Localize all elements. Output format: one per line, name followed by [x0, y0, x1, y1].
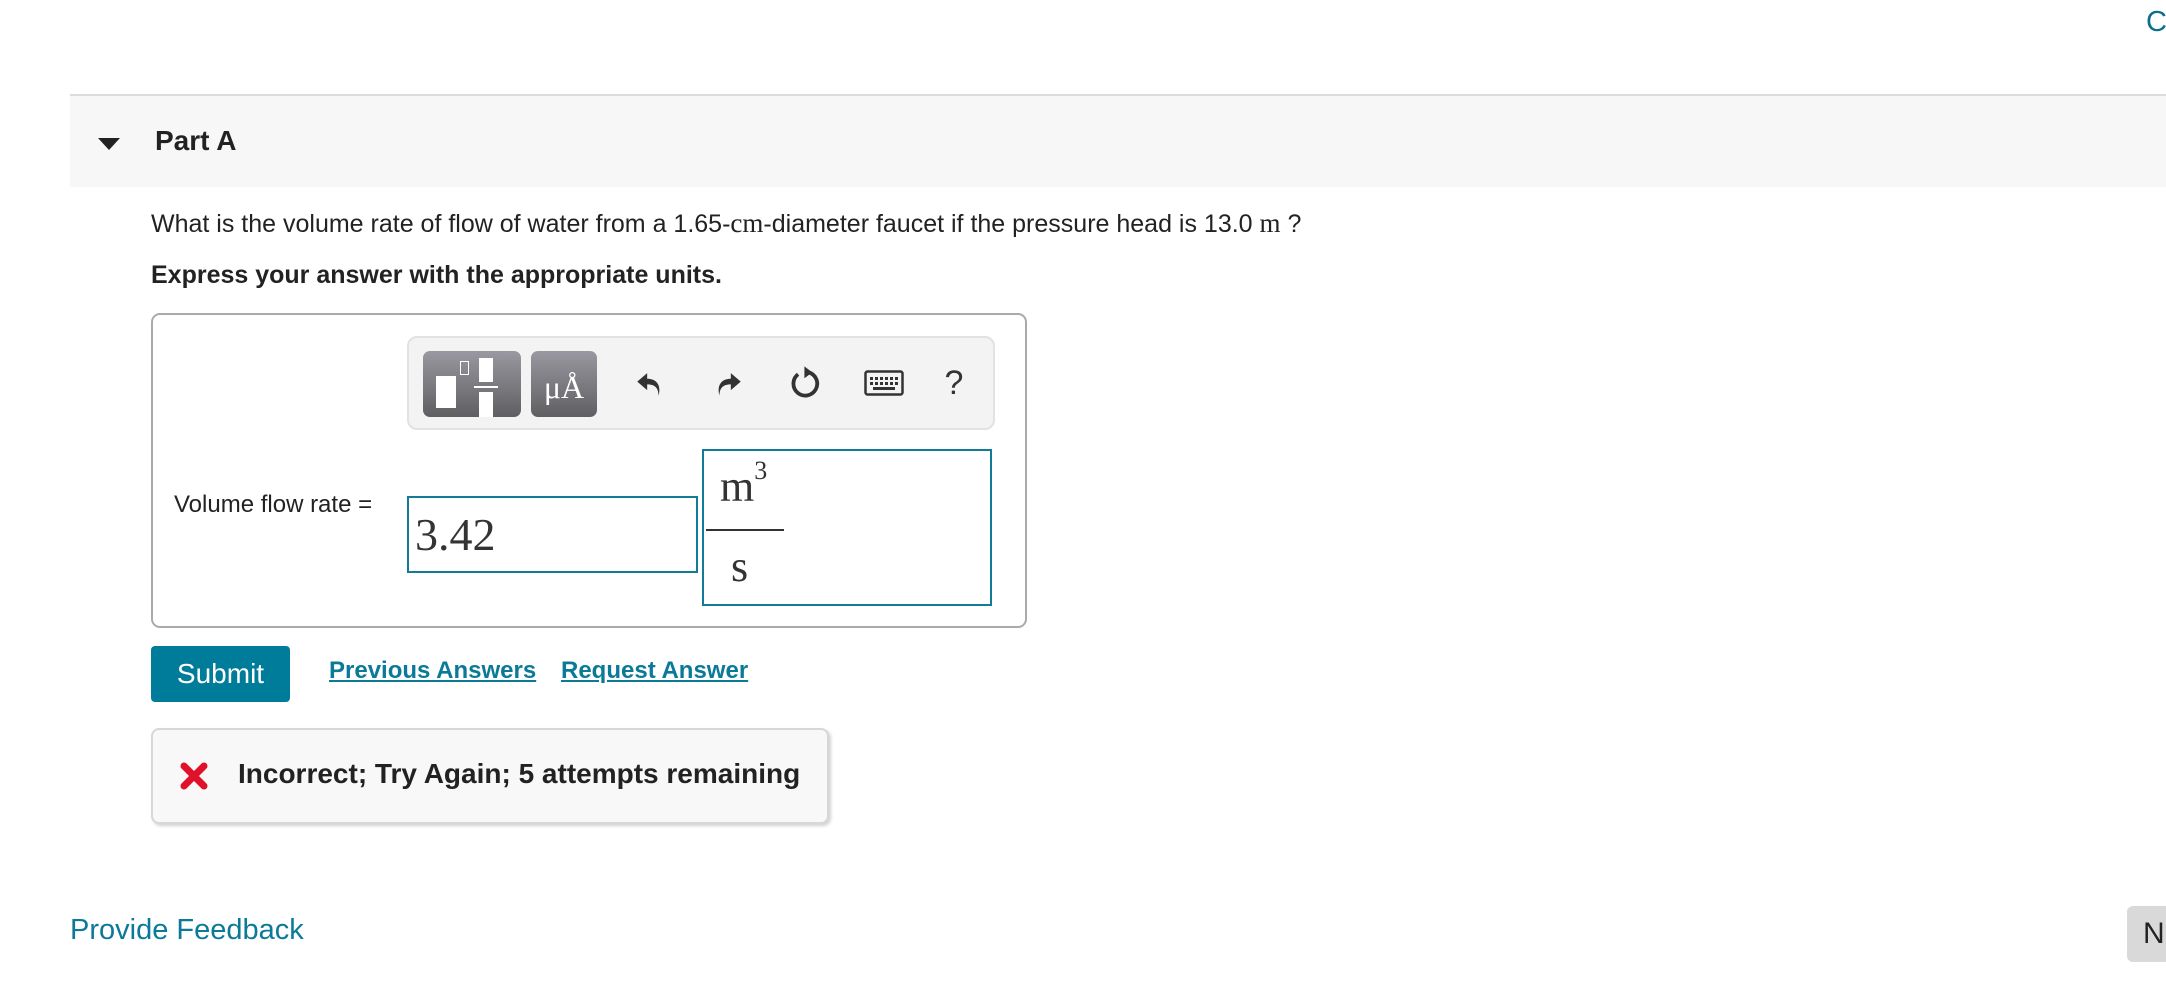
undo-button[interactable] — [625, 358, 675, 408]
value-input[interactable]: 3.42 — [407, 496, 698, 573]
math-toolbar: μÅ ? — [407, 336, 995, 430]
units-button[interactable]: μÅ — [531, 351, 597, 417]
question-text-middle: -diameter faucet if the pressure head is… — [763, 210, 1260, 238]
answer-box: μÅ ? Volume flow rate = 3.42 m3 s — [151, 313, 1027, 628]
redo-icon — [718, 373, 741, 396]
feedback-message: Incorrect; Try Again; 5 attempts remaini… — [151, 728, 829, 824]
fraction-bar — [706, 529, 784, 531]
unit-cm: cm — [730, 208, 764, 238]
previous-answers-link[interactable]: Previous Answers — [329, 657, 536, 685]
feedback-text: Incorrect; Try Again; 5 attempts remaini… — [238, 758, 801, 789]
instructions: Express your answer with the appropriate… — [151, 261, 722, 289]
keyboard-icon — [864, 370, 904, 396]
incorrect-x-icon — [180, 762, 208, 790]
value-label: Volume flow rate = — [174, 491, 373, 518]
question-text-before: What is the volume rate of flow of water… — [151, 210, 731, 238]
top-right-link[interactable]: C — [2146, 6, 2166, 39]
redo-button[interactable] — [703, 358, 753, 408]
request-answer-link[interactable]: Request Answer — [561, 657, 748, 685]
units-input[interactable]: m3 s — [702, 449, 992, 606]
part-a-header[interactable]: Part A — [70, 94, 2166, 187]
caret-down-icon[interactable] — [98, 138, 120, 150]
question-text: What is the volume rate of flow of water… — [151, 208, 1301, 239]
keyboard-button[interactable] — [859, 358, 909, 408]
reset-button[interactable] — [781, 358, 831, 408]
next-button[interactable]: N — [2127, 906, 2166, 962]
help-icon: ? — [944, 363, 964, 402]
unit-exponent: 3 — [754, 456, 768, 486]
undo-icon — [637, 373, 660, 396]
unit-denominator: s — [731, 542, 749, 591]
submit-button[interactable]: Submit — [151, 646, 290, 702]
provide-feedback-link[interactable]: Provide Feedback — [70, 914, 304, 947]
part-title: Part A — [155, 125, 237, 156]
help-button[interactable]: ? — [929, 358, 979, 408]
reset-icon — [791, 366, 820, 398]
unit-numerator: m3 — [720, 456, 768, 511]
unit-m: m — [1259, 208, 1281, 238]
units-icon: μÅ — [543, 369, 585, 405]
templates-button[interactable] — [423, 351, 521, 417]
question-text-after: ? — [1280, 210, 1302, 238]
